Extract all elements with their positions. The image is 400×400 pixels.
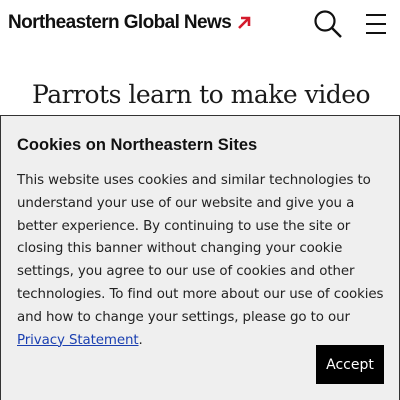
accept-cookies-button[interactable]: Accept: [316, 345, 384, 384]
site-logo[interactable]: Northeastern Global News: [8, 12, 252, 34]
cookie-banner-body: This website uses cookies and similar te…: [17, 173, 384, 325]
cookie-banner-text: This website uses cookies and similar te…: [17, 170, 389, 352]
privacy-statement-link[interactable]: Privacy Statement: [17, 333, 139, 348]
hamburger-menu-icon: [366, 14, 386, 34]
article-headline: Parrots learn to make video: [32, 80, 371, 109]
logo-text: Northeastern Global News: [8, 12, 232, 33]
site-header: Northeastern Global News: [0, 0, 400, 48]
cookie-banner-title: Cookies on Northeastern Sites: [17, 136, 258, 154]
cookie-banner: Cookies on Northeastern Sites This websi…: [0, 115, 400, 400]
search-button[interactable]: [313, 9, 343, 39]
arrow-up-right-icon: [238, 16, 251, 29]
search-icon: [314, 10, 342, 38]
cookie-banner-body-end: .: [138, 332, 143, 348]
menu-button[interactable]: [364, 12, 388, 36]
